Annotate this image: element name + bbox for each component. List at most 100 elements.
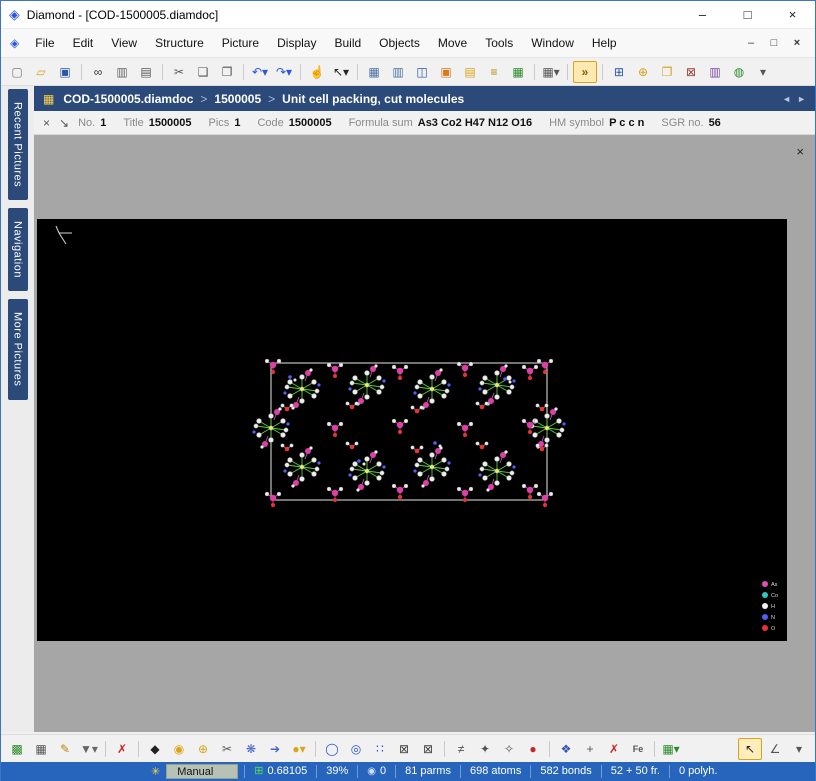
measure-icon[interactable]: ∠ xyxy=(764,739,786,759)
filter-icon[interactable]: ▼▾ xyxy=(78,739,100,759)
video-icon[interactable]: ▥ xyxy=(704,62,726,82)
toolbar-overflow-icon[interactable]: ▾ xyxy=(752,62,774,82)
add-picture-icon[interactable]: ⊕ xyxy=(632,62,654,82)
new-document-icon[interactable]: ▢ xyxy=(6,62,28,82)
coordination-sphere-icon[interactable]: ◯ xyxy=(321,739,343,759)
fill-range-icon[interactable]: ⊠ xyxy=(417,739,439,759)
data-brief-icon[interactable]: ▤ xyxy=(459,62,481,82)
find-icon[interactable]: ∞ xyxy=(87,62,109,82)
globe-icon[interactable]: ◍ xyxy=(728,62,750,82)
atom-menu-icon[interactable]: ●▾ xyxy=(288,739,310,759)
breadcrumb-separator: > xyxy=(200,92,207,106)
select-arrow-icon[interactable]: ↖▾ xyxy=(330,62,352,82)
goto-record-icon[interactable]: ↘ xyxy=(59,116,69,130)
clear-filter-icon[interactable]: × xyxy=(43,116,50,130)
atom-set-icon[interactable]: ∷ xyxy=(369,739,391,759)
element-fe-icon[interactable]: Fe xyxy=(627,739,649,759)
paste-icon[interactable]: ❐ xyxy=(216,62,238,82)
select-tool-icon[interactable]: ↖ xyxy=(738,738,762,760)
legend-entry: H xyxy=(762,603,775,610)
new-structure-icon[interactable]: ⊞ xyxy=(608,62,630,82)
undo-icon[interactable]: ↶▾ xyxy=(249,62,271,82)
break-bond-icon[interactable]: ≠ xyxy=(450,739,472,759)
save-icon[interactable]: ▣ xyxy=(54,62,76,82)
structure-canvas[interactable]: As Co H N xyxy=(37,219,787,641)
tab-more-pictures[interactable]: More Pictures xyxy=(8,299,28,399)
minimize-button[interactable]: – xyxy=(680,1,725,28)
menu-edit[interactable]: Edit xyxy=(64,33,103,53)
menu-bar: ◈ FileEditViewStructurePictureDisplayBui… xyxy=(1,29,815,58)
assistant-icon[interactable]: » xyxy=(573,61,597,83)
repair-tool-icon[interactable]: ✦ xyxy=(474,739,496,759)
print-icon[interactable]: ▤ xyxy=(135,62,157,82)
toolbar-separator xyxy=(534,64,535,80)
polyhedra-icon[interactable]: ❖ xyxy=(555,739,577,759)
structure-window-icon[interactable]: ◫ xyxy=(411,62,433,82)
bottom-overflow-icon[interactable]: ▾ xyxy=(788,739,810,759)
picture-window-icon[interactable]: ▣ xyxy=(435,62,457,82)
menu-objects[interactable]: Objects xyxy=(370,33,429,53)
cut-molecule-icon[interactable]: ✂ xyxy=(216,739,238,759)
menu-build[interactable]: Build xyxy=(325,33,370,53)
red-atom-icon[interactable]: ● xyxy=(522,739,544,759)
legend-entry: N xyxy=(762,614,775,621)
menu-view[interactable]: View xyxy=(102,33,146,53)
pane-close-icon[interactable]: × xyxy=(796,144,804,159)
properties-icon[interactable]: ≡ xyxy=(483,62,505,82)
toolbar-separator xyxy=(357,64,358,80)
add-atoms-icon[interactable]: ◉ xyxy=(168,739,190,759)
toolbar-separator xyxy=(444,741,445,757)
maximize-button[interactable]: □ xyxy=(725,1,770,28)
build-tools-icon[interactable]: ✎ xyxy=(54,739,76,759)
data-sheet-icon[interactable]: ▦ xyxy=(363,62,385,82)
mode-indicator[interactable]: Manual xyxy=(166,764,238,779)
tab-navigation[interactable]: Navigation xyxy=(8,208,28,291)
mdi-close-button[interactable]: × xyxy=(787,37,807,49)
menu-tools[interactable]: Tools xyxy=(476,33,522,53)
axes-icon[interactable]: + xyxy=(579,739,601,759)
insert-atom-icon[interactable]: ⊕ xyxy=(192,739,214,759)
menu-structure[interactable]: Structure xyxy=(146,33,213,53)
fill-cell-icon[interactable]: ⊠ xyxy=(393,739,415,759)
menu-picture[interactable]: Picture xyxy=(213,33,268,53)
tab-recent-pictures[interactable]: Recent Pictures xyxy=(8,89,28,200)
grow-molecule-icon[interactable]: ➔ xyxy=(264,739,286,759)
info-field-title: Title 1500005 xyxy=(123,117,191,129)
close-button[interactable]: × xyxy=(770,1,815,28)
menu-display[interactable]: Display xyxy=(268,33,325,53)
pictures-table-icon[interactable]: ▥ xyxy=(387,62,409,82)
menu-help[interactable]: Help xyxy=(583,33,626,53)
breadcrumb-item-document[interactable]: COD-1500005.diamdoc xyxy=(63,92,193,106)
tracking-tool-icon: ✳ xyxy=(151,765,160,778)
breadcrumb-prev-icon[interactable]: ◄ xyxy=(782,94,791,104)
adjust-tool-icon[interactable]: ✧ xyxy=(498,739,520,759)
remove-icon[interactable]: ✗ xyxy=(603,739,625,759)
pan-hand-icon[interactable]: ☝ xyxy=(306,62,328,82)
redo-icon[interactable]: ↷▾ xyxy=(273,62,295,82)
fragment-icon[interactable]: ❋ xyxy=(240,739,262,759)
breadcrumb-next-icon[interactable]: ► xyxy=(797,94,806,104)
atom-environment-icon[interactable]: ◎ xyxy=(345,739,367,759)
build-toolbar: ▩▦✎▼▾✗◆◉⊕✂❋➔●▾◯◎∷⊠⊠≠✦✧●❖+✗Fe▦▾↖∠▾ xyxy=(1,734,815,762)
open-folder-icon[interactable]: ▱ xyxy=(30,62,52,82)
duplicate-picture-icon[interactable]: ❐ xyxy=(656,62,678,82)
green-table-icon[interactable]: ▦▾ xyxy=(660,739,682,759)
cut-icon[interactable]: ✂ xyxy=(168,62,190,82)
mdi-minimize-button[interactable]: – xyxy=(741,37,761,49)
distances-table-icon[interactable]: ▦ xyxy=(507,62,529,82)
picture-assistant-icon[interactable]: ▩ xyxy=(6,739,28,759)
diamond-shape-icon[interactable]: ◆ xyxy=(144,739,166,759)
tables-menu-icon[interactable]: ▦▾ xyxy=(540,62,562,82)
menu-window[interactable]: Window xyxy=(522,33,583,53)
standard-toolbar: ▢▱▣∞▥▤✂❏❐↶▾↷▾☝↖▾▦▥◫▣▤≡▦▦▾»⊞⊕❐⊠▥◍▾ xyxy=(1,58,815,86)
table-edit-icon[interactable]: ▦ xyxy=(30,739,52,759)
menu-file[interactable]: File xyxy=(26,33,63,53)
preview-icon[interactable]: ▥ xyxy=(111,62,133,82)
breadcrumb-item-structure[interactable]: 1500005 xyxy=(214,92,261,106)
menu-move[interactable]: Move xyxy=(429,33,476,53)
delete-icon[interactable]: ✗ xyxy=(111,739,133,759)
info-field-formula: Formula sum As3 Co2 H47 N12 O16 xyxy=(349,117,533,129)
copy-icon[interactable]: ❏ xyxy=(192,62,214,82)
mdi-restore-button[interactable]: □ xyxy=(764,37,784,49)
delete-picture-icon[interactable]: ⊠ xyxy=(680,62,702,82)
